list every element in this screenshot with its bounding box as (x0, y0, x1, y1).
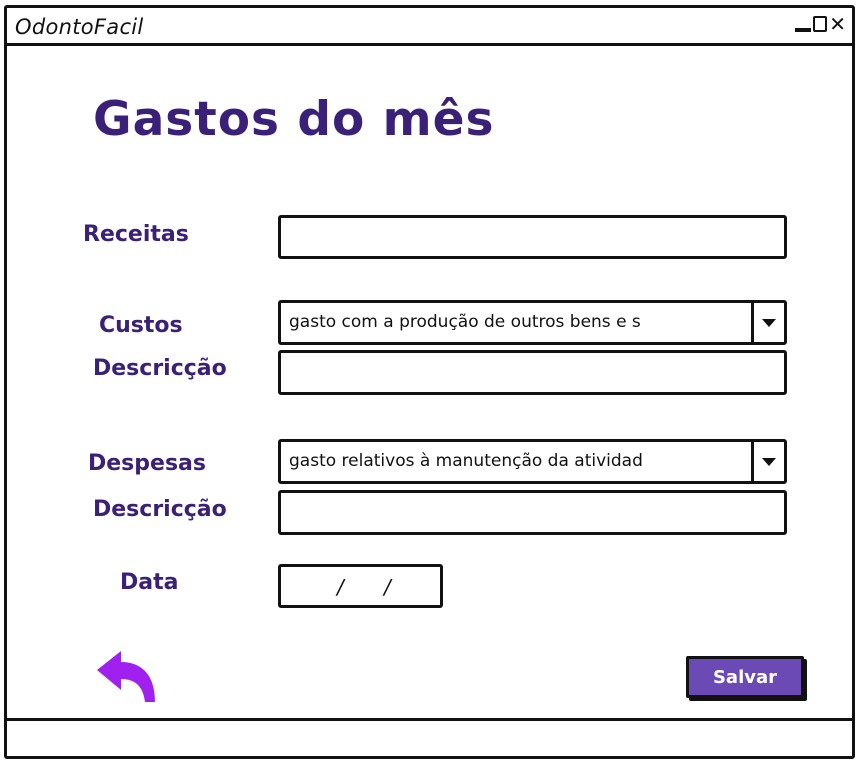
custos-descricao-input[interactable] (278, 350, 787, 395)
despesas-descricao-input[interactable] (278, 490, 787, 535)
date-separator: / (384, 575, 391, 599)
maximize-icon[interactable] (813, 16, 828, 32)
receitas-input[interactable] (278, 215, 787, 259)
date-input[interactable]: / / (278, 564, 443, 608)
despesas-select[interactable]: gasto relativos à manutenção da atividad (278, 439, 787, 484)
page-title: Gastos do mês (93, 92, 495, 147)
receitas-label: Receitas (83, 222, 189, 247)
title-bar: OdontoFacil ✕ (7, 8, 852, 46)
save-button[interactable]: Salvar (686, 656, 804, 698)
window-title: OdontoFacil (15, 15, 144, 39)
status-bar (7, 718, 852, 756)
window-controls: ✕ (795, 12, 846, 36)
custos-label: Custos (99, 313, 183, 338)
date-separator: / (337, 575, 344, 599)
custos-selected-value: gasto com a produção de outros bens e s (289, 312, 641, 332)
custos-descricao-label: Descricção (93, 356, 227, 381)
chevron-down-icon (762, 457, 776, 466)
custos-select[interactable]: gasto com a produção de outros bens e s (278, 300, 787, 345)
data-label: Data (120, 570, 179, 595)
despesas-selected-value: gasto relativos à manutenção da atividad (289, 451, 643, 471)
minimize-icon[interactable] (795, 28, 812, 32)
despesas-label: Despesas (88, 451, 206, 476)
close-icon[interactable]: ✕ (829, 14, 846, 34)
chevron-down-icon (762, 318, 776, 327)
back-arrow-icon (97, 651, 155, 702)
despesas-descricao-label: Descricção (93, 497, 227, 522)
custos-dropdown-button[interactable] (751, 303, 784, 342)
back-button[interactable] (93, 648, 159, 706)
despesas-dropdown-button[interactable] (751, 442, 784, 481)
